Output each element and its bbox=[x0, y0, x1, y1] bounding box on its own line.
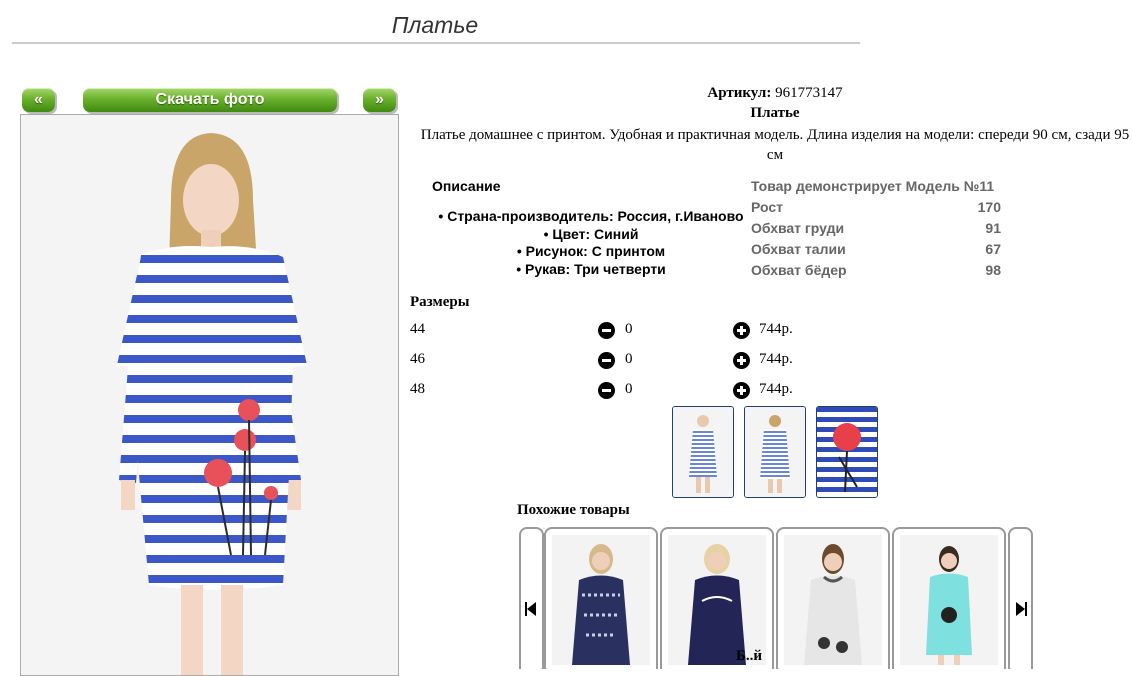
size-quantity: 0 bbox=[625, 351, 633, 367]
plus-circle-icon[interactable] bbox=[733, 352, 750, 369]
article-value: 961773147 bbox=[775, 85, 843, 101]
article-line: Артикул: 961773147 bbox=[420, 85, 1130, 102]
details-heading: Описание bbox=[432, 178, 501, 194]
download-photo-button[interactable]: Скачать фото bbox=[83, 88, 337, 112]
size-label: 44 bbox=[410, 321, 425, 337]
product-name: Платье bbox=[750, 105, 800, 121]
similar-product-card[interactable] bbox=[892, 527, 1006, 669]
details-item: Цвет: Синий bbox=[420, 226, 762, 244]
details-item: Рисунок: С принтом bbox=[420, 243, 762, 261]
model-row-label: Товар демонстрирует Модель №11 bbox=[751, 178, 995, 194]
model-row-value: 67 bbox=[985, 241, 1001, 257]
prev-photo-button[interactable]: « bbox=[22, 88, 55, 112]
minus-circle-icon[interactable] bbox=[598, 322, 615, 339]
model-row-value: 91 bbox=[985, 220, 1001, 236]
model-row: Товар демонстрирует Модель №11 bbox=[751, 176, 1001, 197]
model-row-value: 170 bbox=[977, 199, 1001, 215]
size-label: 46 bbox=[410, 351, 425, 367]
minus-circle-icon[interactable] bbox=[598, 352, 615, 369]
product-description: Платье домашнее с принтом. Удобная и пра… bbox=[420, 127, 1130, 163]
photo-thumbnail[interactable] bbox=[672, 406, 734, 498]
thumbnail-front-image bbox=[673, 407, 733, 497]
similar-product-image bbox=[668, 535, 766, 665]
photo-thumbnail[interactable] bbox=[816, 406, 878, 498]
size-price: 744р. bbox=[759, 381, 793, 397]
thumbnail-print-detail-image bbox=[817, 407, 877, 497]
similar-next-button[interactable] bbox=[1008, 527, 1033, 669]
model-row: Обхват бёдер 98 bbox=[751, 260, 1001, 281]
model-measurements-table: Товар демонстрирует Модель №11 Рост 170 О… bbox=[751, 176, 1001, 281]
sizes-heading: Размеры bbox=[410, 294, 470, 310]
thumbnail-back-image bbox=[745, 407, 805, 497]
details-list: Страна-производитель: Россия, г.Иваново … bbox=[420, 208, 762, 278]
model-row-label: Обхват груди bbox=[751, 220, 845, 236]
plus-circle-icon[interactable] bbox=[733, 322, 750, 339]
model-row-label: Обхват талии bbox=[751, 241, 846, 257]
model-row-value: 98 bbox=[985, 262, 1001, 278]
skip-forward-icon bbox=[1016, 602, 1027, 616]
footer-partial-text: Б..й bbox=[736, 648, 763, 664]
minus-circle-icon[interactable] bbox=[598, 382, 615, 399]
photo-thumbnail[interactable] bbox=[744, 406, 806, 498]
model-row: Рост 170 bbox=[751, 197, 1001, 218]
similar-product-image bbox=[900, 535, 998, 665]
similar-prev-button[interactable] bbox=[519, 527, 544, 669]
size-quantity: 0 bbox=[625, 381, 633, 397]
dress-model-image bbox=[21, 115, 398, 675]
title-divider bbox=[12, 42, 860, 44]
details-item: Рукав: Три четверти bbox=[420, 261, 762, 279]
size-quantity: 0 bbox=[625, 321, 633, 337]
model-row-label: Рост bbox=[751, 199, 783, 215]
details-item: Страна-производитель: Россия, г.Иваново bbox=[420, 208, 762, 226]
size-label: 48 bbox=[410, 381, 425, 397]
main-product-photo[interactable] bbox=[20, 114, 399, 676]
similar-product-card[interactable] bbox=[544, 527, 658, 669]
similar-product-card[interactable] bbox=[776, 527, 890, 669]
model-row: Обхват груди 91 bbox=[751, 218, 1001, 239]
size-price: 744р. bbox=[759, 321, 793, 337]
similar-product-image bbox=[552, 535, 650, 665]
plus-circle-icon[interactable] bbox=[733, 382, 750, 399]
size-price: 744р. bbox=[759, 351, 793, 367]
model-row-label: Обхват бёдер bbox=[751, 262, 847, 278]
article-label: Артикул: bbox=[707, 85, 772, 101]
skip-back-icon bbox=[525, 602, 536, 616]
similar-product-image bbox=[784, 535, 882, 665]
page-title: Платье bbox=[391, 12, 479, 38]
next-photo-button[interactable]: » bbox=[363, 88, 396, 112]
model-row: Обхват талии 67 bbox=[751, 239, 1001, 260]
similar-products-heading: Похожие товары bbox=[517, 502, 630, 518]
